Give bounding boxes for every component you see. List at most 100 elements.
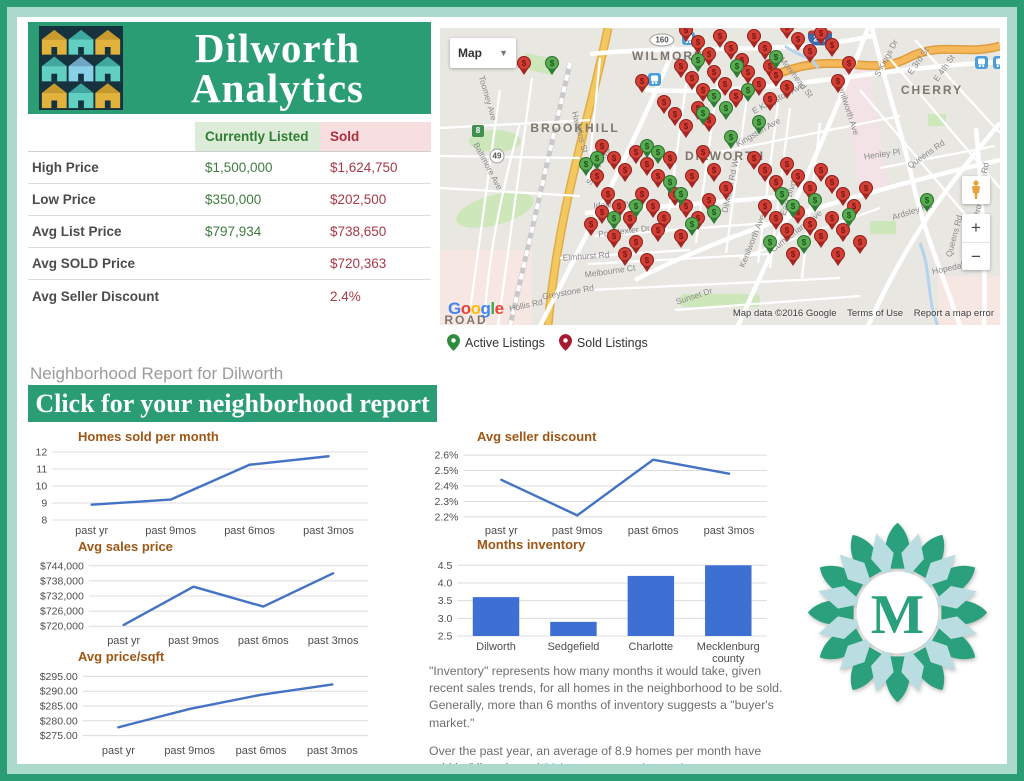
svg-text:Dilworth: Dilworth <box>476 641 516 653</box>
active-listing-pin[interactable]: $ <box>674 187 688 207</box>
sold-listing-pin[interactable]: $ <box>679 119 693 139</box>
google-map[interactable]: WILMOREBROOKHILLCHERRYDILWORTHROADToomey… <box>440 28 1000 325</box>
sold-listing-pin[interactable]: $ <box>780 80 794 100</box>
chart-homes-sold: Homes sold per month89101112past yrpast … <box>30 429 380 545</box>
company-flower-logo: M <box>795 515 1000 710</box>
sold-listing-pin[interactable]: $ <box>618 247 632 267</box>
sold-listing-pin[interactable]: $ <box>853 235 867 255</box>
chart-avg-price-sqft: Avg price/sqft$275.00$280.00$285.00$290.… <box>30 649 380 764</box>
zoom-out-button[interactable]: − <box>962 243 990 271</box>
active-listing-pin[interactable]: $ <box>741 83 755 103</box>
active-listing-pin[interactable]: $ <box>696 106 710 126</box>
svg-text:12: 12 <box>36 447 48 459</box>
sold-listing-pin[interactable]: $ <box>696 145 710 165</box>
active-listing-pin[interactable]: $ <box>590 151 604 171</box>
svg-text:$295.00: $295.00 <box>40 671 78 683</box>
active-listing-pin[interactable]: $ <box>752 115 766 135</box>
active-listing-pin[interactable]: $ <box>651 145 665 165</box>
map-attribution: Map data ©2016 Google Terms of Use Repor… <box>725 308 994 319</box>
svg-text:past 9mos: past 9mos <box>145 525 196 537</box>
active-listing-pin[interactable]: $ <box>769 50 783 70</box>
price-plot: $720,000$726,000$732,000$738,000$744,000… <box>30 556 376 650</box>
map-type-label: Map <box>458 46 482 60</box>
active-listing-pin[interactable]: $ <box>691 53 705 73</box>
table-row: Avg Seller Discount 2.4% <box>28 280 431 312</box>
sold-listing-pin[interactable]: $ <box>803 44 817 64</box>
svg-text:2.2%: 2.2% <box>434 511 458 523</box>
active-listing-pin[interactable]: $ <box>724 130 738 150</box>
active-listing-pin[interactable]: $ <box>629 199 643 219</box>
sold-listing-pin[interactable]: $ <box>763 92 777 112</box>
row-label: Avg Seller Discount <box>28 289 195 304</box>
active-listing-pin[interactable]: $ <box>719 101 733 121</box>
active-listing-pin[interactable]: $ <box>763 235 777 255</box>
sold-listing-pin[interactable]: $ <box>618 163 632 183</box>
listed-value <box>195 280 320 312</box>
sold-listing-pin[interactable]: $ <box>707 163 721 183</box>
svg-text:$275.00: $275.00 <box>40 730 78 742</box>
table-row: Avg SOLD Price $720,363 <box>28 248 431 280</box>
terms-link[interactable]: Terms of Use <box>847 308 903 319</box>
svg-text:past yr: past yr <box>102 745 135 757</box>
svg-text:Charlotte: Charlotte <box>629 641 674 653</box>
svg-text:past 9mos: past 9mos <box>168 635 219 647</box>
active-listing-pin[interactable]: $ <box>808 193 822 213</box>
map-type-dropdown[interactable]: Map ▼ <box>450 38 516 68</box>
sold-listing-pin[interactable]: $ <box>825 38 839 58</box>
houses-logo <box>38 26 124 110</box>
zoom-control: + − <box>962 214 990 270</box>
svg-text:4.5: 4.5 <box>438 560 453 572</box>
active-listing-pin[interactable]: $ <box>797 235 811 255</box>
chart-title: Avg sales price <box>78 539 380 554</box>
active-listing-pin[interactable]: $ <box>786 199 800 219</box>
content: Dilworth Analytics Currently Listed Sold… <box>17 17 1007 764</box>
svg-text:$720,000: $720,000 <box>40 621 84 633</box>
map-data-text: Map data ©2016 Google <box>733 308 837 319</box>
active-listing-pin[interactable]: $ <box>920 193 934 213</box>
discount-plot: 2.2%2.3%2.4%2.5%2.6%past yrpast 9mospast… <box>429 446 775 540</box>
svg-text:3.0: 3.0 <box>438 613 453 625</box>
active-listing-pin[interactable]: $ <box>730 59 744 79</box>
active-listing-pin[interactable]: $ <box>842 208 856 228</box>
sold-listing-pin[interactable]: $ <box>814 229 828 249</box>
sold-listing-pin[interactable]: $ <box>831 74 845 94</box>
col-currently-listed: Currently Listed <box>195 122 320 151</box>
active-listing-pin[interactable]: $ <box>545 56 559 76</box>
pegman-streetview-button[interactable] <box>962 176 990 204</box>
sold-listing-pin[interactable]: $ <box>517 56 531 76</box>
svg-text:past 6mos: past 6mos <box>224 525 275 537</box>
svg-text:past 9mos: past 9mos <box>164 745 215 757</box>
sold-listing-pin[interactable]: $ <box>842 56 856 76</box>
zoom-in-button[interactable]: + <box>962 214 990 243</box>
homes-plot: 89101112past yrpast 9mospast 6mospast 3m… <box>30 446 376 540</box>
chart-title: Avg price/sqft <box>78 649 380 664</box>
svg-text:past 6mos: past 6mos <box>236 745 287 757</box>
sold-listing-pin[interactable]: $ <box>859 181 873 201</box>
homes-on-market-link[interactable]: 32 homes are on the market <box>543 761 697 764</box>
svg-text:past 3mos: past 3mos <box>303 525 354 537</box>
sold-listing-pin[interactable]: $ <box>640 253 654 273</box>
table-row: Avg List Price $797,934 $738,650 <box>28 216 431 248</box>
active-listing-pin[interactable]: $ <box>607 211 621 231</box>
report-error-link[interactable]: Report a map error <box>914 308 994 319</box>
active-listing-pin[interactable]: $ <box>707 205 721 225</box>
sold-listing-pin[interactable]: $ <box>685 169 699 189</box>
chart-avg-seller-discount: Avg seller discount2.2%2.3%2.4%2.5%2.6%p… <box>429 429 779 545</box>
col-sold: Sold <box>320 122 431 151</box>
svg-text:past 6mos: past 6mos <box>628 525 679 537</box>
transit-station-icon <box>993 56 1000 69</box>
svg-text:past yr: past yr <box>485 525 518 537</box>
sold-listing-pin[interactable]: $ <box>663 151 677 171</box>
sold-listing-pin[interactable]: $ <box>780 223 794 243</box>
sold-listing-pin[interactable]: $ <box>651 223 665 243</box>
svg-text:2.5%: 2.5% <box>434 465 458 477</box>
sold-listing-pin[interactable]: $ <box>635 74 649 94</box>
sold-listing-pin[interactable]: $ <box>831 247 845 267</box>
row-label: Avg List Price <box>28 224 195 239</box>
sold-listing-pin[interactable]: $ <box>719 181 733 201</box>
google-logo[interactable]: Google <box>448 299 504 319</box>
svg-text:past 6mos: past 6mos <box>238 635 289 647</box>
neighborhood-report-banner[interactable]: Click for your neighborhood report <box>28 385 437 422</box>
active-listing-pin[interactable]: $ <box>685 217 699 237</box>
section-heading: Neighborhood Report for Dilworth <box>30 364 283 384</box>
